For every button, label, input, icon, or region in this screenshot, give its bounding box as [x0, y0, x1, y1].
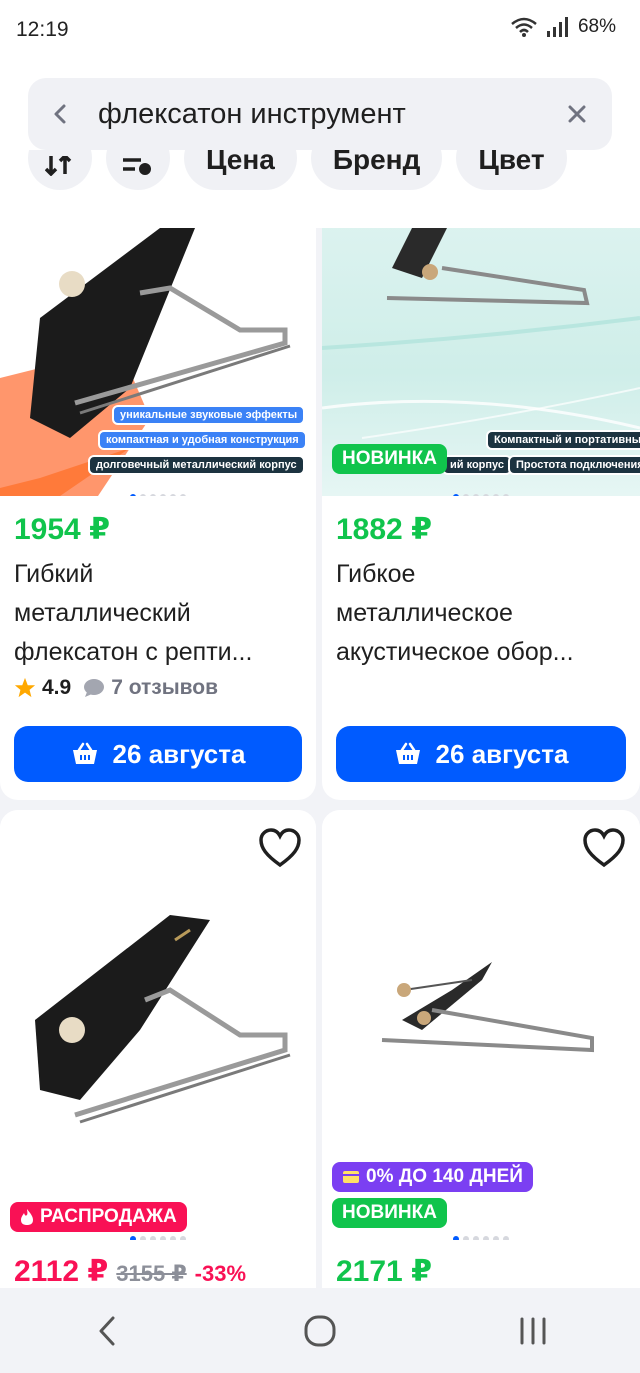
product-card[interactable]: уникальные звуковые эффекты компактная и…: [0, 228, 316, 800]
product-price: 1882 ₽: [336, 513, 432, 546]
badge-new: НОВИНКА: [332, 1198, 447, 1228]
status-time: 12:19: [16, 18, 69, 41]
fire-icon: [21, 1209, 33, 1225]
header: флексатон инструмент Цена Бренд Цвет: [0, 62, 640, 228]
home-circle-icon: [304, 1315, 336, 1346]
promo-tag: компактная и удобная конструкция: [98, 430, 307, 450]
product-image[interactable]: РАСПРОДАЖА: [0, 810, 316, 1240]
basket-icon: [72, 742, 97, 764]
image-carousel-dots: [322, 494, 640, 496]
badges: 0% ДО 140 ДНЕЙ НОВИНКА: [332, 1162, 533, 1228]
product-title[interactable]: Гибкое металлическое акустическое обор..…: [336, 555, 626, 672]
product-title[interactable]: Гибкий металлический флексатон с репти..…: [14, 555, 302, 672]
search-input[interactable]: флексатон инструмент: [92, 98, 542, 131]
sort-button[interactable]: [28, 150, 92, 190]
badge-sale: РАСПРОДАЖА: [10, 1202, 187, 1232]
promo-tag: Компактный и портативный: [486, 430, 640, 450]
nav-home-button[interactable]: [280, 1301, 360, 1361]
product-price: 2171 ₽: [336, 1255, 432, 1288]
filters-button[interactable]: [106, 150, 170, 190]
clear-search-button[interactable]: [542, 78, 612, 150]
promo-tag: уникальные звуковые эффекты: [112, 405, 306, 425]
product-info: 1954 ₽ Гибкий металлический флексатон с …: [0, 512, 316, 700]
filter-price[interactable]: Цена: [184, 150, 297, 190]
filter-brand[interactable]: Бренд: [310, 150, 443, 190]
flexatone-image: [35, 915, 291, 1124]
filter-chips: Цена Бренд Цвет: [28, 150, 628, 200]
nav-back-button[interactable]: [67, 1301, 147, 1361]
delivery-date: 26 августа: [435, 738, 569, 769]
delivery-date: 26 августа: [112, 738, 246, 769]
signal-icon: [546, 17, 568, 37]
add-to-cart-button[interactable]: 26 августа: [336, 726, 626, 782]
product-image[interactable]: уникальные звуковые эффекты компактная и…: [0, 228, 316, 496]
promo-tag: ий корпус: [442, 455, 512, 475]
back-button[interactable]: [28, 78, 92, 150]
product-info: 1882 ₽ Гибкое металлическое акустическое…: [322, 512, 640, 672]
nav-recents-button[interactable]: [493, 1301, 573, 1361]
product-image[interactable]: Компактный и портативный ий корпус Прост…: [322, 228, 640, 496]
product-image[interactable]: 0% ДО 140 ДНЕЙ НОВИНКА: [322, 810, 640, 1240]
product-price: 1954 ₽: [14, 513, 110, 546]
promo-tag: Простота подключения: [508, 455, 640, 475]
old-price: 3155 ₽: [116, 1261, 187, 1286]
add-to-cart-button[interactable]: 26 августа: [14, 726, 302, 782]
star-icon: [14, 677, 36, 698]
recents-icon: [520, 1317, 546, 1344]
back-chevron-icon: [99, 1316, 115, 1345]
status-bar: 12:19 68%: [0, 0, 640, 62]
basket-icon: [395, 742, 420, 764]
product-card[interactable]: РАСПРОДАЖА 2112 ₽ 3155 ₽ -33%: [0, 810, 316, 1288]
wifi-icon: [511, 17, 537, 37]
product-grid: уникальные звуковые эффекты компактная и…: [0, 228, 640, 1288]
promo-tag: долговечный металлический корпус: [88, 455, 305, 475]
status-icons: 68%: [510, 16, 616, 38]
reviews-count[interactable]: 7 отзывов: [111, 676, 218, 700]
product-card[interactable]: 0% ДО 140 ДНЕЙ НОВИНКА 2171 ₽: [322, 810, 640, 1288]
rating-value: 4.9: [42, 676, 72, 699]
image-carousel-dots: [0, 1236, 316, 1240]
search-bar[interactable]: флексатон инструмент: [28, 78, 612, 150]
sort-icon: [45, 156, 72, 176]
image-carousel-dots: [0, 494, 316, 496]
chevron-left-icon: [54, 104, 66, 124]
system-nav-bar: [0, 1288, 640, 1373]
card-icon: [343, 1171, 359, 1183]
rating-row: 4.9 7 отзывов: [14, 676, 302, 700]
product-info: 2112 ₽ 3155 ₽ -33%: [0, 1254, 316, 1288]
filter-sliders-icon: [123, 158, 151, 175]
filter-color[interactable]: Цвет: [456, 150, 567, 190]
badge-installment: 0% ДО 140 ДНЕЙ: [332, 1162, 533, 1192]
close-icon: [568, 105, 586, 123]
image-carousel-dots: [322, 1236, 640, 1240]
badge-new: НОВИНКА: [332, 444, 447, 474]
badges: РАСПРОДАЖА: [10, 1202, 187, 1232]
comment-icon: [84, 679, 105, 697]
badges: НОВИНКА: [332, 444, 447, 474]
battery-level: 68%: [577, 16, 616, 37]
product-card[interactable]: Компактный и портативный ий корпус Прост…: [322, 228, 640, 800]
discount-percent: -33%: [194, 1261, 247, 1286]
product-info: 2171 ₽: [322, 1254, 640, 1288]
product-price: 2112 ₽: [14, 1255, 109, 1288]
